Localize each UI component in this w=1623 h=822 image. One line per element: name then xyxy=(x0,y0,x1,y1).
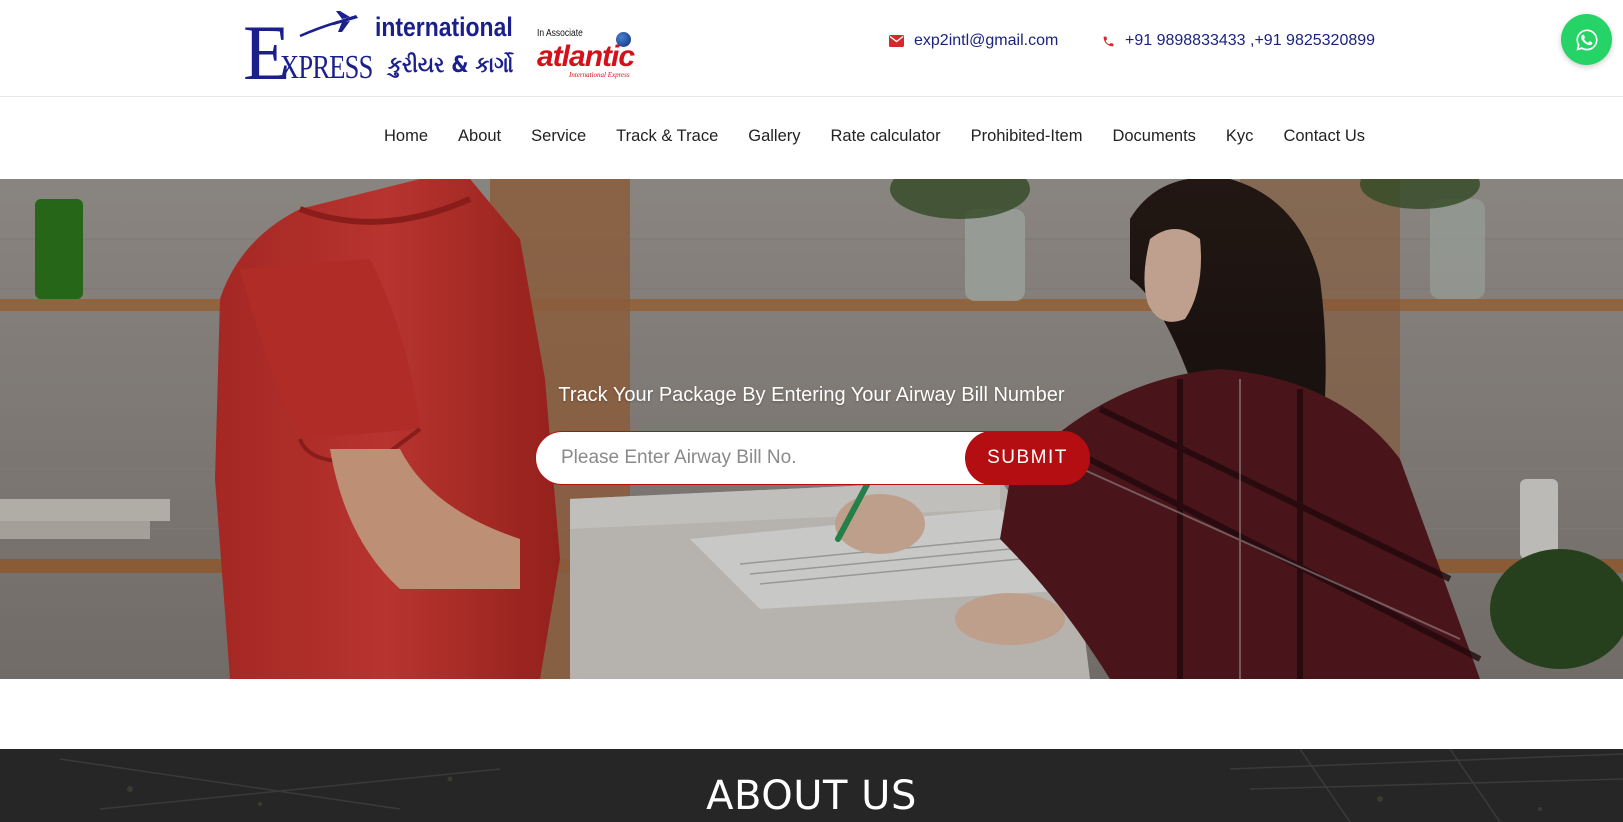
nav-item-contact-us[interactable]: Contact Us xyxy=(1283,127,1365,146)
nav-item-rate-calculator[interactable]: Rate calculator xyxy=(831,127,941,146)
about-heading: ABOUT US xyxy=(706,773,917,819)
hero-overlay xyxy=(0,179,1623,679)
nav-list: Home About Service Track & Trace Gallery… xyxy=(384,127,1395,146)
hero-title: Track Your Package By Entering Your Airw… xyxy=(558,384,1065,406)
nav-item-home[interactable]: Home xyxy=(384,127,428,146)
associate-logo: In Associate atlantic International Expr… xyxy=(537,28,637,84)
nav-item-prohibited-item[interactable]: Prohibited-Item xyxy=(971,127,1083,146)
logo-xpress: XPRESS xyxy=(280,49,373,86)
airplane-icon xyxy=(299,11,358,38)
globe-icon xyxy=(616,32,631,47)
hero-banner: Track Your Package By Entering Your Airw… xyxy=(0,179,1623,679)
nav-item-track-trace[interactable]: Track & Trace xyxy=(616,127,718,146)
submit-button[interactable]: SUBMIT xyxy=(965,431,1090,485)
top-header: E XPRESS international કુરીયર & કાર્ગો I… xyxy=(0,0,1623,97)
nav-item-kyc[interactable]: Kyc xyxy=(1226,127,1254,146)
phone-text: +91 9898833433 ,+91 9825320899 xyxy=(1125,32,1376,49)
associate-subtitle: International Express xyxy=(569,71,630,79)
phone-link[interactable]: +91 9898833433 ,+91 9825320899 xyxy=(1102,32,1375,50)
phone-icon xyxy=(1103,36,1114,46)
whatsapp-button[interactable] xyxy=(1561,14,1612,65)
company-logo[interactable]: E XPRESS international કુરીયર & કાર્ગો xyxy=(243,10,528,92)
email-link[interactable]: exp2intl@gmail.com xyxy=(889,32,1058,50)
main-nav: Home About Service Track & Trace Gallery… xyxy=(0,97,1623,179)
nav-item-service[interactable]: Service xyxy=(531,127,586,146)
nav-item-documents[interactable]: Documents xyxy=(1112,127,1195,146)
envelope-icon xyxy=(889,35,904,47)
about-section: ABOUT US xyxy=(0,749,1623,822)
logo-gujarati: કુરીયર & કાર્ગો xyxy=(388,53,514,78)
nav-item-gallery[interactable]: Gallery xyxy=(748,127,800,146)
email-text: exp2intl@gmail.com xyxy=(914,32,1059,49)
logo-international: international xyxy=(375,12,513,42)
associate-label: In Associate xyxy=(537,28,583,39)
nav-item-about[interactable]: About xyxy=(458,127,501,146)
tracking-form: SUBMIT xyxy=(535,431,1090,485)
whatsapp-icon xyxy=(1575,28,1598,51)
